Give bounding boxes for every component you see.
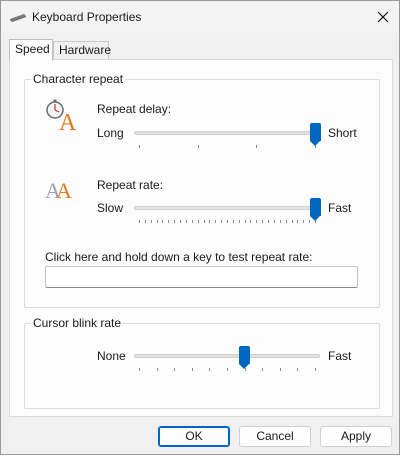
slider-tick [139, 145, 140, 148]
tab-hardware[interactable]: Hardware [53, 41, 111, 60]
close-button[interactable] [367, 1, 399, 33]
ok-button[interactable]: OK [158, 426, 230, 447]
slider-tick [221, 220, 223, 223]
slider-tick [139, 368, 140, 371]
slider-tick [303, 220, 305, 223]
repeat-delay-track [134, 131, 320, 135]
slider-thumb[interactable] [309, 198, 321, 221]
slider-tick [256, 145, 258, 148]
slider-tick [180, 220, 182, 223]
repeat-rate-track [134, 206, 320, 210]
slider-tick [156, 220, 158, 223]
slider-tick [268, 220, 270, 223]
slider-tick [297, 220, 299, 223]
tab-speed[interactable]: Speed [9, 39, 53, 61]
close-icon [377, 11, 389, 23]
speed-panel: Character repeat A Repeat delay: Long Sh… [9, 59, 393, 417]
slider-tick [156, 368, 158, 371]
slider-tick [238, 220, 240, 223]
slider-tick [203, 220, 205, 223]
repeat-delay-label: Repeat delay: [97, 102, 172, 116]
repeat-delay-slider[interactable] [134, 122, 321, 150]
repeat-rate-max-label: Fast [328, 201, 352, 215]
slider-tick [315, 368, 316, 371]
slider-tick [144, 220, 146, 223]
slider-thumb[interactable] [309, 123, 321, 146]
slider-tick [162, 220, 164, 223]
repeat-delay-icon: A [45, 98, 79, 136]
repeat-rate-label: Repeat rate: [97, 178, 164, 192]
slider-tick [285, 220, 287, 223]
slider-tick [215, 220, 217, 223]
keyboard-icon [9, 11, 27, 23]
cursor-blink-label: Cursor blink rate [31, 316, 124, 330]
slider-tick [139, 220, 140, 223]
repeat-delay-min-label: Long [97, 126, 124, 140]
slider-tick [227, 220, 228, 223]
slider-tick [250, 220, 252, 223]
slider-tick [262, 220, 264, 223]
keyboard-properties-window: Keyboard Properties Speed Hardware Chara… [0, 0, 400, 455]
slider-tick [150, 220, 152, 223]
slider-tick [297, 368, 299, 371]
title-bar: Keyboard Properties [1, 1, 399, 33]
slider-tick [279, 220, 281, 223]
svg-text:A: A [59, 110, 77, 132]
slider-thumb[interactable] [239, 346, 251, 369]
cursor-blink-group: Cursor blink rate None Fast [24, 316, 380, 409]
slider-tick [227, 368, 228, 371]
slider-tick [279, 368, 281, 371]
slider-tick [191, 220, 193, 223]
slider-tick [291, 220, 293, 223]
slider-tick [273, 220, 275, 223]
slider-tick [174, 368, 176, 371]
slider-tick [209, 220, 211, 223]
slider-tick [168, 220, 170, 223]
cursor-blink-min-label: None [97, 349, 126, 363]
cancel-button[interactable]: Cancel [239, 426, 311, 447]
repeat-delay-max-label: Short [328, 126, 357, 140]
repeat-rate-slider[interactable] [134, 197, 321, 225]
character-repeat-group: Character repeat A Repeat delay: Long Sh… [24, 72, 380, 308]
cursor-blink-slider[interactable] [134, 345, 320, 373]
slider-tick [197, 220, 199, 223]
slider-tick [256, 220, 258, 223]
test-repeat-input[interactable] [45, 266, 358, 288]
cursor-blink-track [134, 354, 320, 358]
cursor-blink-max-label: Fast [328, 349, 352, 363]
character-repeat-label: Character repeat [31, 72, 126, 86]
repeat-rate-icon: A A [45, 176, 79, 203]
slider-tick [244, 220, 246, 223]
slider-tick [262, 368, 264, 371]
slider-tick [197, 145, 199, 148]
window-title: Keyboard Properties [32, 10, 142, 24]
slider-tick [191, 368, 193, 371]
slider-tick [174, 220, 176, 223]
test-repeat-label: Click here and hold down a key to test r… [45, 250, 313, 264]
svg-text:A: A [56, 178, 72, 202]
repeat-rate-min-label: Slow [97, 201, 124, 215]
slider-tick [209, 368, 211, 371]
apply-button[interactable]: Apply [320, 426, 392, 447]
slider-tick [185, 220, 187, 223]
slider-tick [232, 220, 234, 223]
